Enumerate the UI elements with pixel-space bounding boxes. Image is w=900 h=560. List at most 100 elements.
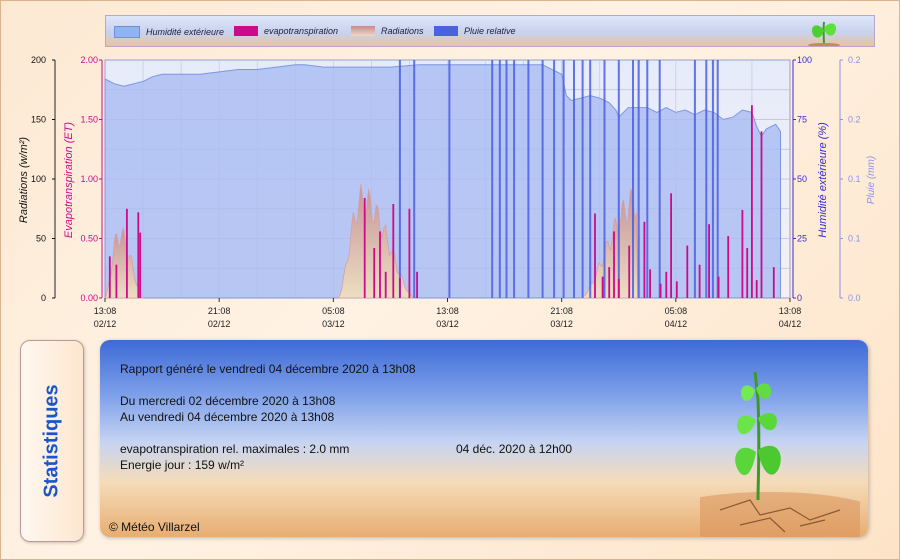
tick-label: 0.1 — [848, 234, 861, 244]
et-bar — [675, 281, 678, 298]
et-bar — [772, 267, 775, 298]
rain-bar — [505, 60, 508, 298]
radiation-axis-title: Radiations (w/m²) — [18, 137, 30, 224]
et-bar — [665, 271, 668, 298]
rain-bar — [693, 60, 696, 298]
tick-label: 75 — [797, 115, 807, 125]
x-tick-time: 21:08 — [550, 306, 573, 316]
x-tick-time: 05:08 — [322, 306, 345, 316]
rain-bar — [541, 60, 544, 298]
rain-bar — [448, 60, 451, 298]
tick-label: 0 — [797, 293, 802, 303]
et-bar — [727, 236, 730, 298]
humidity-ticks: 0 25 50 75 100 — [793, 55, 812, 303]
et-bar — [408, 208, 411, 299]
et-bar — [760, 131, 763, 298]
report-energy: Energie jour : 159 w/m² — [120, 458, 245, 472]
report-generated: Rapport généré le vendredi 04 décembre 2… — [120, 362, 416, 376]
tick-label: 0.0 — [848, 293, 861, 303]
tick-label: 200 — [31, 55, 46, 65]
et-bar — [126, 208, 128, 299]
copyright: © Météo Villarzel — [109, 520, 200, 534]
report-panel: Rapport généré le vendredi 04 décembre 2… — [100, 340, 868, 537]
et-axis-title: Evapotranspiration (ET) — [63, 122, 75, 238]
rain-bar — [603, 60, 606, 298]
tick-label: 2.00 — [80, 55, 98, 65]
et-bar — [717, 276, 720, 298]
et-bar — [708, 224, 710, 298]
et-bar — [686, 245, 689, 298]
et-ticks: 0.00 0.50 1.00 1.50 2.00 — [80, 55, 102, 303]
et-bar — [649, 269, 651, 298]
et-bar — [115, 264, 118, 298]
rain-bar — [705, 60, 708, 298]
humidity-axis-title: Humidité extérieure (%) — [817, 122, 829, 238]
x-tick-time: 21:08 — [208, 306, 231, 316]
x-tick-date: 02/12 — [94, 319, 117, 329]
tick-label: 25 — [797, 234, 807, 244]
tick-label: 150 — [31, 115, 46, 125]
tick-label: 0.00 — [80, 293, 98, 303]
tick-label: 1.00 — [80, 174, 98, 184]
rain-bar — [632, 60, 634, 298]
x-tick-date: 04/12 — [779, 319, 802, 329]
x-tick-time: 05:08 — [665, 306, 688, 316]
x-tick-date: 03/12 — [550, 319, 573, 329]
tick-label: 0.2 — [848, 115, 861, 125]
x-tick-date: 03/12 — [436, 319, 459, 329]
tick-label: 0.1 — [848, 174, 861, 184]
rain-bar — [491, 60, 494, 298]
tick-label: 1.50 — [80, 115, 98, 125]
x-ticks: 13:08 02/12 21:08 02/12 05:08 03/12 13:08 03/12… — [94, 298, 802, 329]
tick-label: 0.50 — [80, 234, 98, 244]
x-tick-date: 04/12 — [665, 319, 688, 329]
et-bar — [751, 105, 753, 298]
report-et-max: evapotranspiration rel. maximales : 2.0 … — [120, 442, 350, 456]
et-bar — [379, 231, 381, 298]
report-to: Au vendredi 04 décembre 2020 à 13h08 — [120, 410, 335, 424]
x-tick-date: 02/12 — [208, 319, 231, 329]
et-bar — [755, 280, 758, 298]
report-from: Du mercredi 02 décembre 2020 à 13h08 — [120, 394, 336, 408]
rain-bar — [562, 60, 565, 298]
et-bar — [746, 248, 749, 298]
tick-label: 100 — [797, 55, 812, 65]
tick-label: 50 — [797, 174, 807, 184]
x-tick-time: 13:08 — [436, 306, 459, 316]
rain-bar — [573, 60, 575, 298]
et-bar — [139, 232, 142, 298]
et-bar — [617, 279, 620, 298]
et-bar — [108, 256, 111, 298]
x-tick-time: 13:08 — [94, 306, 117, 316]
rain-bar — [527, 60, 530, 298]
rain-bar — [398, 60, 401, 298]
rain-bar — [637, 60, 640, 298]
rain-bar — [716, 60, 719, 298]
et-bar — [608, 267, 611, 298]
statistics-tab[interactable]: Statistiques — [20, 340, 84, 542]
et-bar — [594, 213, 596, 298]
et-bar — [137, 212, 140, 298]
rain-bar — [646, 60, 649, 298]
et-bar — [416, 271, 418, 298]
et-bar — [613, 231, 615, 298]
rain-bar — [513, 60, 516, 298]
rain-bar — [498, 60, 501, 298]
et-bar — [399, 277, 401, 298]
plant-desert-icon — [700, 371, 860, 537]
x-tick-date: 03/12 — [322, 319, 345, 329]
statistics-tab-label: Statistiques — [40, 384, 63, 498]
tick-label: 0 — [41, 293, 46, 303]
chart: 0 50 100 150 200 0.00 0.50 1.00 1.50 2.00 0 25 50 7… — [18, 55, 877, 329]
et-bar — [643, 221, 646, 298]
tick-label: 100 — [31, 174, 46, 184]
et-bar — [698, 264, 701, 298]
rain-bar — [589, 60, 592, 298]
et-bar — [363, 198, 366, 298]
tick-label: 0.2 — [848, 55, 861, 65]
rain-bar — [581, 60, 584, 298]
et-bar — [601, 276, 604, 298]
radiation-ticks: 0 50 100 150 200 — [31, 55, 55, 303]
rain-bar — [413, 60, 416, 298]
rain-bar — [658, 60, 661, 298]
